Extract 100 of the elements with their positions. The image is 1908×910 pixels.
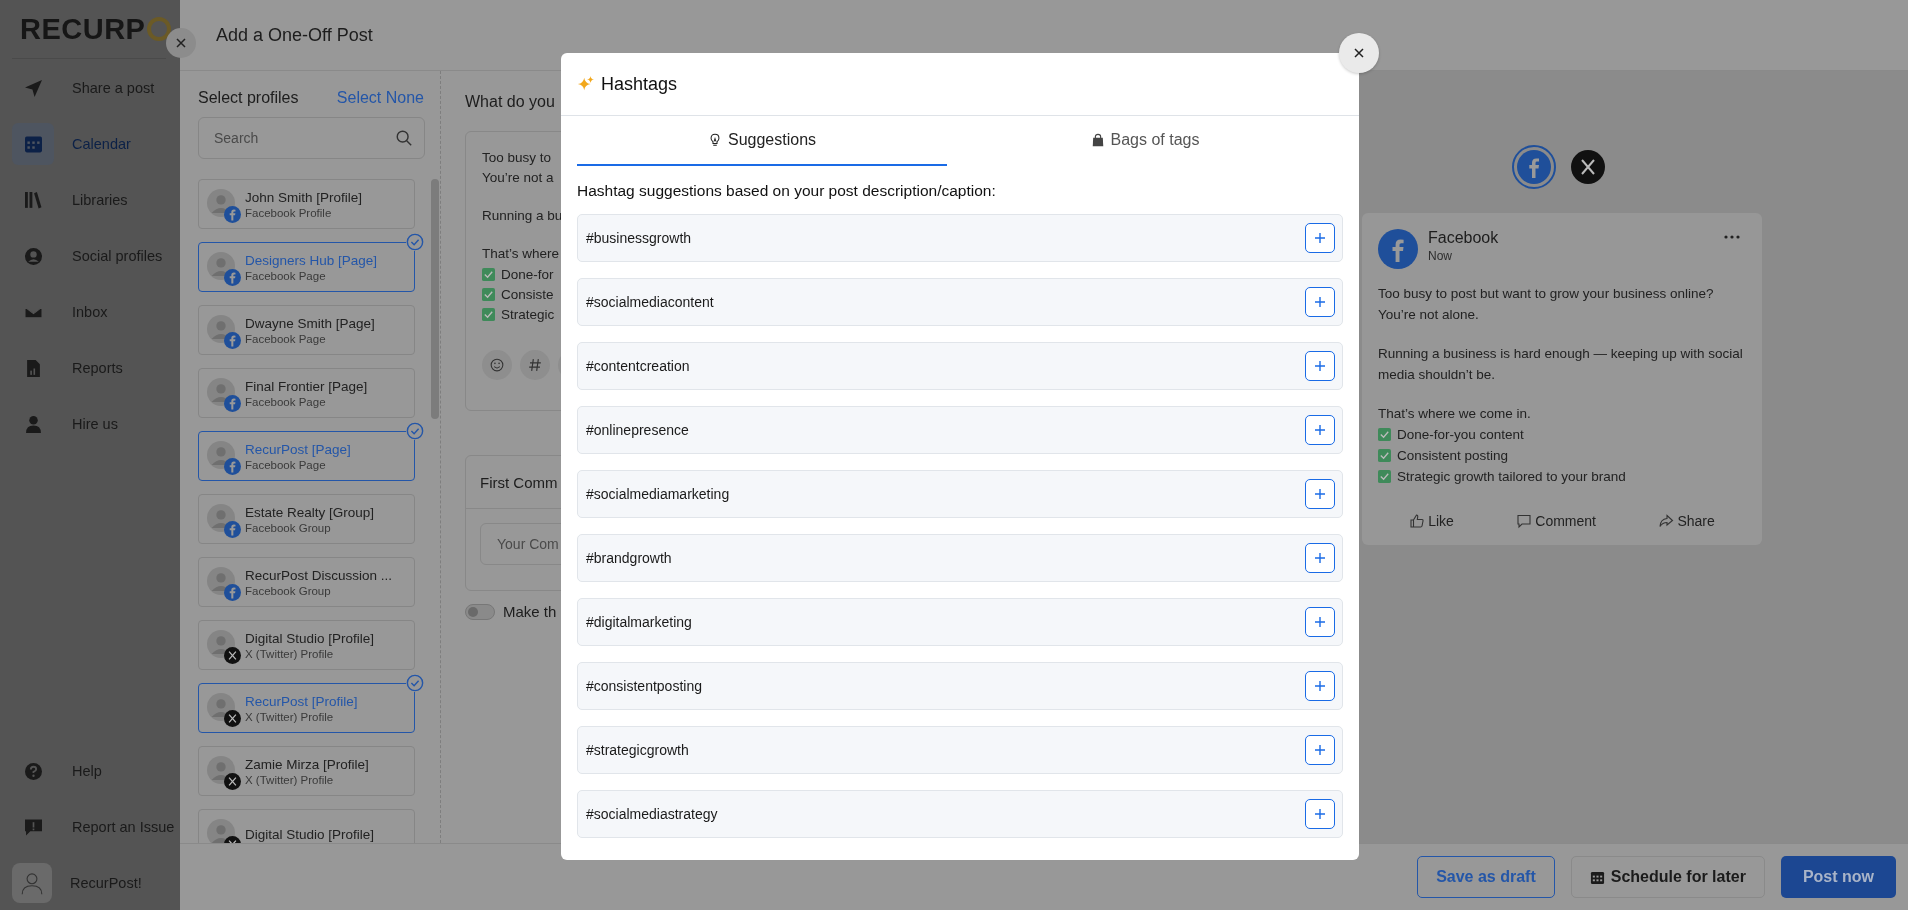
profile-name: Dwayne Smith [Page] — [245, 315, 375, 331]
sidebar-item[interactable]: Report an Issue — [12, 806, 180, 848]
check-box-icon — [482, 287, 495, 301]
select-none-link[interactable]: Select None — [336, 89, 424, 107]
profile-name: RecurPost Discussion ... — [245, 567, 393, 583]
profile-name: Digital Studio [Profile] — [245, 826, 375, 842]
post-text: Too busy to — [482, 149, 553, 167]
facebook-badge-icon — [224, 521, 241, 538]
report-icon — [24, 359, 42, 377]
check-box-icon — [482, 307, 495, 321]
close-button[interactable] — [166, 28, 196, 58]
add-button[interactable] — [1305, 479, 1335, 509]
post-text: Running a bu — [482, 207, 564, 225]
hashtag-text: #onlinepresence — [586, 422, 689, 438]
profile-item[interactable]: Digital Studio [Profile] X (Twitter) Profile — [198, 620, 415, 670]
plus-icon — [1314, 616, 1326, 628]
add-button[interactable] — [1305, 735, 1335, 765]
more-icon[interactable] — [1724, 235, 1740, 239]
tab[interactable]: Suggestions — [577, 116, 947, 166]
profile-type: X (Twitter) Profile — [245, 647, 335, 660]
hashtag-text: #contentcreation — [586, 358, 690, 374]
help-icon — [24, 762, 42, 780]
person-icon — [24, 415, 42, 433]
plus-icon — [1314, 360, 1326, 372]
calendar-icon — [1589, 869, 1605, 885]
profile-item[interactable]: Dwayne Smith [Page] Facebook Page — [198, 305, 415, 355]
post-action[interactable]: Comment — [1512, 511, 1600, 531]
sidebar-item[interactable]: Share a post — [12, 67, 180, 109]
profile-name: Final Frontier [Page] — [245, 378, 368, 394]
post-text: Running a business is hard enough — keeping up with social media shouldn’t be. — [1378, 345, 1744, 384]
post-text: You’re not alone. — [1378, 306, 1480, 324]
sidebar-item[interactable]: Reports — [12, 347, 180, 389]
post-action[interactable]: Like — [1405, 511, 1458, 531]
profile-type: Facebook Page — [245, 395, 327, 408]
footer-button[interactable]: Schedule for later — [1570, 856, 1765, 898]
check-box-icon — [1378, 428, 1391, 441]
thumbs-up-icon — [1409, 513, 1426, 529]
user-name: RecurPost! — [70, 875, 142, 891]
plus-icon — [1314, 744, 1326, 756]
check-circle-icon — [406, 422, 424, 440]
add-button[interactable] — [1305, 607, 1335, 637]
profile-item[interactable]: Estate Realty [Group] Facebook Group — [198, 494, 415, 544]
section-heading: What do you — [465, 93, 556, 111]
profile-type: Facebook Profile — [245, 206, 333, 219]
hashtag-text: #socialmediastrategy — [586, 806, 718, 822]
bag-icon — [1090, 133, 1105, 147]
sidebar-item[interactable]: Help — [12, 750, 180, 792]
sidebar-item[interactable]: Hire us — [12, 403, 180, 445]
profile-item[interactable]: John Smith [Profile] Facebook Profile — [198, 179, 415, 229]
profile-type: Facebook Page — [245, 458, 327, 471]
post-action[interactable]: Share — [1654, 511, 1719, 531]
post-text: Too busy to post but want to grow your business online? — [1378, 285, 1715, 303]
add-button[interactable] — [1305, 415, 1335, 445]
add-button[interactable] — [1305, 671, 1335, 701]
profile-item[interactable]: RecurPost [Page] Facebook Page — [198, 431, 415, 481]
profile-icon — [24, 247, 42, 265]
check-circle-icon — [406, 674, 424, 692]
profile-type: Facebook Page — [245, 332, 327, 345]
search-field[interactable]: Search — [198, 117, 425, 159]
facebook-badge-icon — [224, 269, 241, 286]
add-button[interactable] — [1305, 799, 1335, 829]
sidebar-item[interactable]: Libraries — [12, 179, 180, 221]
plus-icon — [1314, 552, 1326, 564]
profile-name: Digital Studio [Profile] — [245, 630, 375, 646]
x-badge-icon — [224, 710, 241, 727]
hashtag-text: #digitalmarketing — [586, 614, 692, 630]
footer-button[interactable]: Save as draft — [1417, 856, 1555, 898]
post-text: Done-for-you content — [1397, 426, 1524, 444]
profile-name: RecurPost [Profile] — [245, 693, 358, 709]
add-button[interactable] — [1305, 287, 1335, 317]
search-icon — [395, 129, 413, 147]
profile-item[interactable]: RecurPost [Profile] X (Twitter) Profile — [198, 683, 415, 733]
facebook-badge-icon — [224, 332, 241, 349]
check-circle-icon — [406, 233, 424, 251]
profile-item[interactable]: Designers Hub [Page] Facebook Page — [198, 242, 415, 292]
footer-button[interactable]: Post now — [1780, 856, 1896, 898]
sidebar-item[interactable]: Social profiles — [12, 235, 180, 277]
sidebar-item[interactable]: Inbox — [12, 291, 180, 333]
close-icon — [175, 37, 187, 49]
send-icon — [24, 79, 42, 97]
add-button[interactable] — [1305, 543, 1335, 573]
profile-item[interactable]: Zamie Mirza [Profile] X (Twitter) Profile — [198, 746, 415, 796]
profile-item[interactable]: RecurPost Discussion ... Facebook Group — [198, 557, 415, 607]
hashtag-icon[interactable] — [520, 350, 550, 380]
toggle-switch[interactable] — [465, 603, 495, 620]
profile-item[interactable]: Final Frontier [Page] Facebook Page — [198, 368, 415, 418]
tab[interactable]: Bags of tags — [947, 116, 1343, 166]
add-button[interactable] — [1305, 223, 1335, 253]
dialog-title: Hashtags — [601, 73, 678, 95]
emoji-icon[interactable] — [482, 350, 512, 380]
hashtag-text: #brandgrowth — [586, 550, 672, 566]
plus-icon — [1314, 424, 1326, 436]
lightbulb-icon — [707, 133, 722, 147]
facebook-tab-icon[interactable] — [1512, 145, 1556, 189]
hashtag-text: #socialmediamarketing — [586, 486, 730, 502]
add-button[interactable] — [1305, 351, 1335, 381]
account-name: Facebook — [1428, 229, 1500, 247]
scrollbar-thumb[interactable] — [431, 179, 439, 419]
report-issue-icon — [24, 818, 42, 836]
profile-name: Estate Realty [Group] — [245, 504, 375, 520]
